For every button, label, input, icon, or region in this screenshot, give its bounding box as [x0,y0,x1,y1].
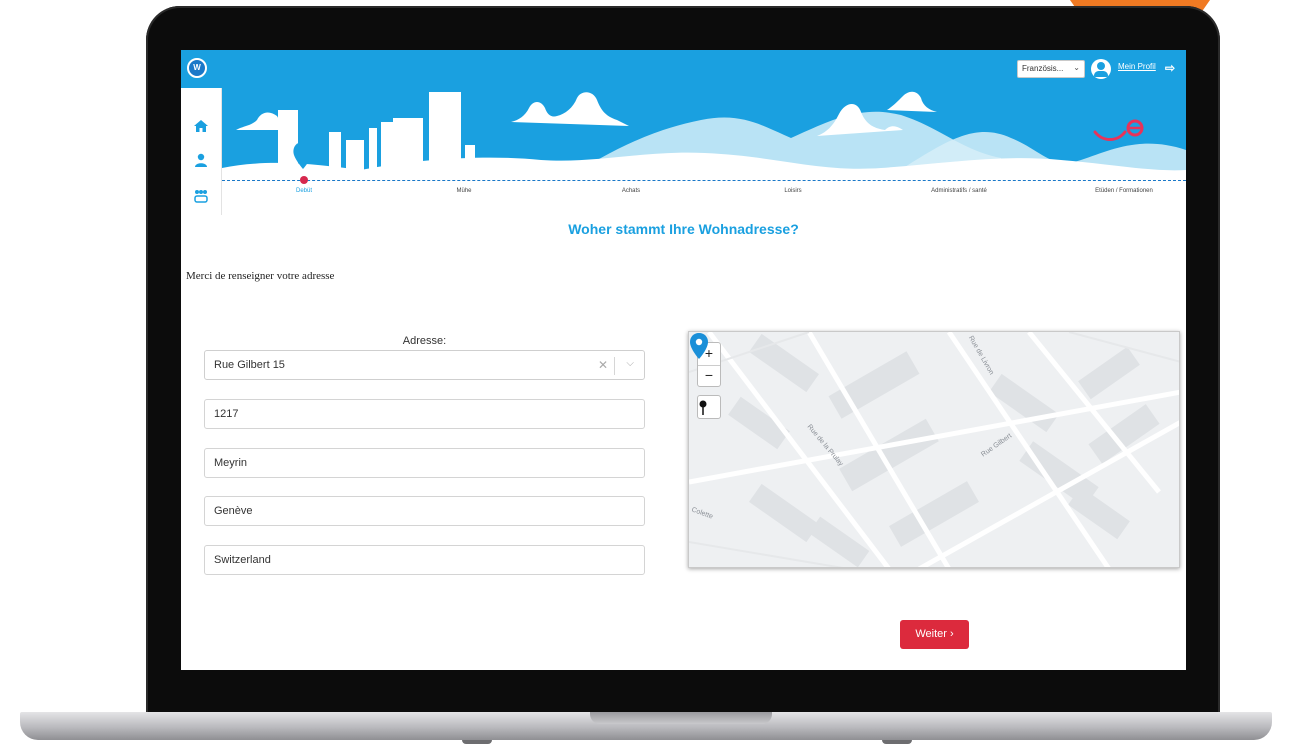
next-button[interactable]: Weiter › [900,620,969,649]
postal-code-input[interactable] [204,399,645,429]
sidebar [181,88,222,215]
instruction-text: Merci de renseigner votre adresse [186,270,335,282]
country-input[interactable] [204,545,645,575]
app-screen: W Französis... ⌄ Mein Profil ⇨ Debüt Müh… [181,50,1186,670]
profile-avatar-icon[interactable] [1091,59,1111,79]
page-question: Woher stammt Ihre Wohnadresse? [568,221,799,237]
address-map[interactable]: Rue de la Prulay Rue Gilbert Rue de Livr… [688,331,1180,568]
brand-mark-icon [1093,119,1144,141]
header-banner: W Französis... ⌄ Mein Profil ⇨ [181,50,1186,182]
address-select[interactable]: Rue Gilbert 15 ✕ ⌵ [204,350,645,380]
user-icon[interactable] [193,152,209,168]
step-loisirs[interactable]: Loisirs [784,188,801,194]
chevron-right-icon: › [949,628,954,640]
clear-icon[interactable]: ✕ [598,358,608,372]
pushpin-icon [699,400,707,415]
locate-button[interactable] [697,395,721,419]
select-separator [614,357,615,375]
laptop-foot-right [882,740,912,744]
profile-link[interactable]: Mein Profil [1118,62,1156,71]
app-logo[interactable]: W [187,58,207,78]
zoom-out-button[interactable]: − [698,365,720,386]
city-input[interactable] [204,448,645,478]
chevron-down-icon: ⌄ [1073,63,1080,72]
users-icon[interactable] [193,188,209,204]
step-achats[interactable]: Achats [622,188,640,194]
laptop-notch [590,712,772,724]
chevron-down-icon[interactable]: ⌵ [626,358,634,369]
language-select-value: Französis... [1022,64,1064,73]
next-button-label: Weiter [915,628,947,640]
logout-icon[interactable]: ⇨ [1165,61,1175,75]
home-icon[interactable] [193,118,209,134]
step-progress: Debüt Mühe Achats Loisirs Administratifs… [222,180,1186,200]
step-administratifs[interactable]: Administratifs / santé [931,188,987,194]
canton-input[interactable] [204,496,645,526]
location-marker-icon[interactable] [689,332,709,360]
language-select[interactable]: Französis... ⌄ [1017,60,1085,78]
address-label: Adresse: [402,335,447,347]
map-streets [689,332,1179,567]
step-muhe[interactable]: Mühe [456,188,471,194]
laptop-foot-left [462,740,492,744]
address-select-value: Rue Gilbert 15 [214,359,285,371]
step-etuden[interactable]: Etüden / Formationen [1095,188,1153,194]
step-debut[interactable]: Debüt [296,188,312,194]
